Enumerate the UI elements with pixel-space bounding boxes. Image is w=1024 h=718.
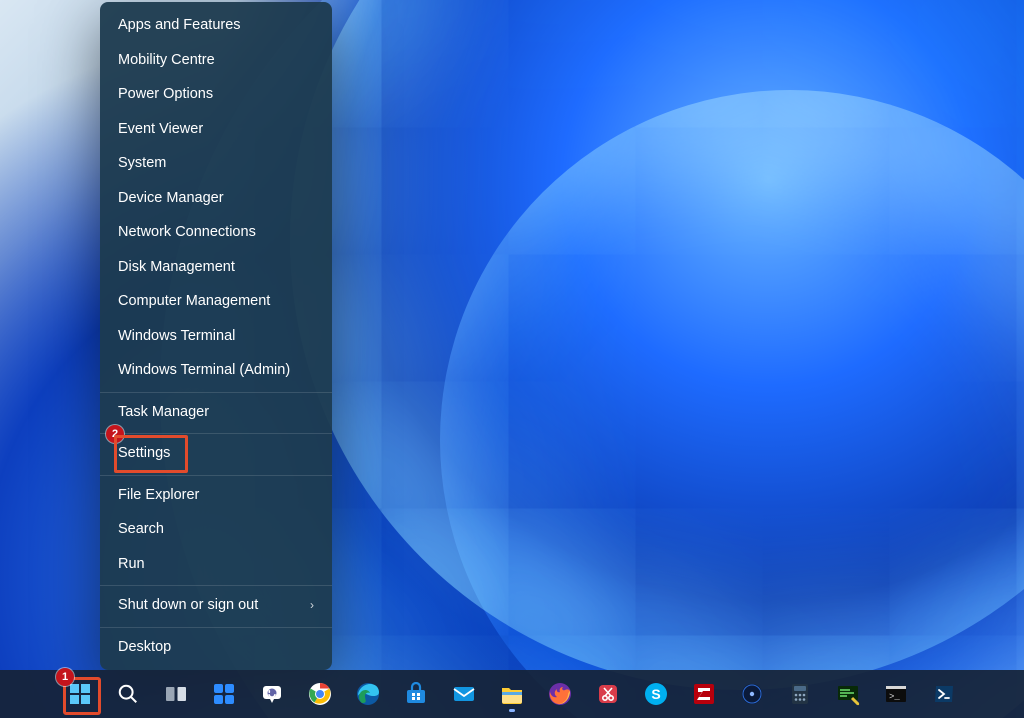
cmd-icon: >_	[884, 682, 908, 706]
disc-icon	[740, 682, 764, 706]
menu-item-settings[interactable]: Settings	[100, 433, 332, 471]
putty-icon	[836, 682, 860, 706]
filezilla-icon	[692, 682, 716, 706]
taskbar-filezilla-button[interactable]	[684, 674, 724, 714]
taskbar-powershell-button[interactable]	[924, 674, 964, 714]
menu-item-label: File Explorer	[118, 488, 199, 503]
menu-item-label: Mobility Centre	[118, 53, 215, 68]
winx-context-menu: Apps and Features Mobility Centre Power Op…	[100, 2, 332, 670]
callout-badge-2: 2	[106, 425, 124, 443]
chat-icon	[260, 682, 284, 706]
taskbar-putty-button[interactable]	[828, 674, 868, 714]
taskbar-edge-button[interactable]	[348, 674, 388, 714]
menu-item-label: Run	[118, 557, 145, 572]
menu-item-label: Settings	[118, 446, 170, 461]
taskbar-firefox-button[interactable]	[540, 674, 580, 714]
menu-item-label: Device Manager	[118, 191, 224, 206]
menu-item-disk-management[interactable]: Disk Management	[100, 250, 332, 285]
menu-item-event-viewer[interactable]: Event Viewer	[100, 112, 332, 147]
mail-icon	[452, 682, 476, 706]
taskbar-search-button[interactable]	[108, 674, 148, 714]
chevron-right-icon: ›	[310, 599, 314, 611]
menu-item-label: Computer Management	[118, 294, 270, 309]
taskbar-chrome-button[interactable]	[300, 674, 340, 714]
edge-icon	[356, 682, 380, 706]
menu-item-label: Windows Terminal	[118, 329, 235, 344]
menu-item-label: Disk Management	[118, 260, 235, 275]
widgets-icon	[212, 682, 236, 706]
taskbar-task-view-button[interactable]	[156, 674, 196, 714]
file-explorer-icon	[500, 682, 524, 706]
menu-item-label: Event Viewer	[118, 122, 203, 137]
menu-item-network-connections[interactable]: Network Connections	[100, 215, 332, 250]
store-icon	[404, 682, 428, 706]
taskbar-media-player-button[interactable]	[732, 674, 772, 714]
menu-item-label: System	[118, 156, 166, 171]
svg-text:>_: >_	[889, 692, 900, 702]
taskbar-snipping-tool-button[interactable]	[588, 674, 628, 714]
firefox-icon	[548, 682, 572, 706]
menu-item-windows-terminal-admin[interactable]: Windows Terminal (Admin)	[100, 353, 332, 388]
menu-item-apps-and-features[interactable]: Apps and Features	[100, 8, 332, 43]
menu-item-label: Search	[118, 522, 164, 537]
menu-item-search[interactable]: Search	[100, 512, 332, 547]
taskbar-calculator-button[interactable]	[780, 674, 820, 714]
powershell-icon	[932, 682, 956, 706]
taskbar: S >_	[0, 670, 1024, 718]
task-view-icon	[164, 682, 188, 706]
menu-item-label: Task Manager	[118, 405, 209, 420]
menu-item-file-explorer[interactable]: File Explorer	[100, 475, 332, 513]
taskbar-file-explorer-button[interactable]	[492, 674, 532, 714]
menu-item-system[interactable]: System	[100, 146, 332, 181]
search-icon	[116, 682, 140, 706]
menu-item-device-manager[interactable]: Device Manager	[100, 181, 332, 216]
calculator-icon	[788, 682, 812, 706]
taskbar-chat-button[interactable]	[252, 674, 292, 714]
taskbar-widgets-button[interactable]	[204, 674, 244, 714]
taskbar-command-prompt-button[interactable]: >_	[876, 674, 916, 714]
menu-item-label: Windows Terminal (Admin)	[118, 363, 290, 378]
menu-item-shut-down-or-sign-out[interactable]: Shut down or sign out ›	[100, 585, 332, 623]
taskbar-mail-button[interactable]	[444, 674, 484, 714]
menu-item-label: Power Options	[118, 87, 213, 102]
menu-item-label: Apps and Features	[118, 18, 241, 33]
menu-item-label: Network Connections	[118, 225, 256, 240]
menu-item-task-manager[interactable]: Task Manager	[100, 392, 332, 430]
menu-item-label: Shut down or sign out	[118, 598, 258, 613]
menu-item-run[interactable]: Run	[100, 547, 332, 582]
taskbar-store-button[interactable]	[396, 674, 436, 714]
menu-item-windows-terminal[interactable]: Windows Terminal	[100, 319, 332, 354]
svg-text:S: S	[651, 686, 660, 702]
menu-item-computer-management[interactable]: Computer Management	[100, 284, 332, 319]
menu-item-power-options[interactable]: Power Options	[100, 77, 332, 112]
menu-item-label: Desktop	[118, 640, 171, 655]
menu-item-desktop[interactable]: Desktop	[100, 627, 332, 665]
snipping-icon	[596, 682, 620, 706]
skype-icon: S	[644, 682, 668, 706]
callout-badge-1: 1	[56, 668, 74, 686]
chrome-icon	[308, 682, 332, 706]
start-icon	[68, 682, 92, 706]
taskbar-skype-button[interactable]: S	[636, 674, 676, 714]
menu-item-mobility-centre[interactable]: Mobility Centre	[100, 43, 332, 78]
